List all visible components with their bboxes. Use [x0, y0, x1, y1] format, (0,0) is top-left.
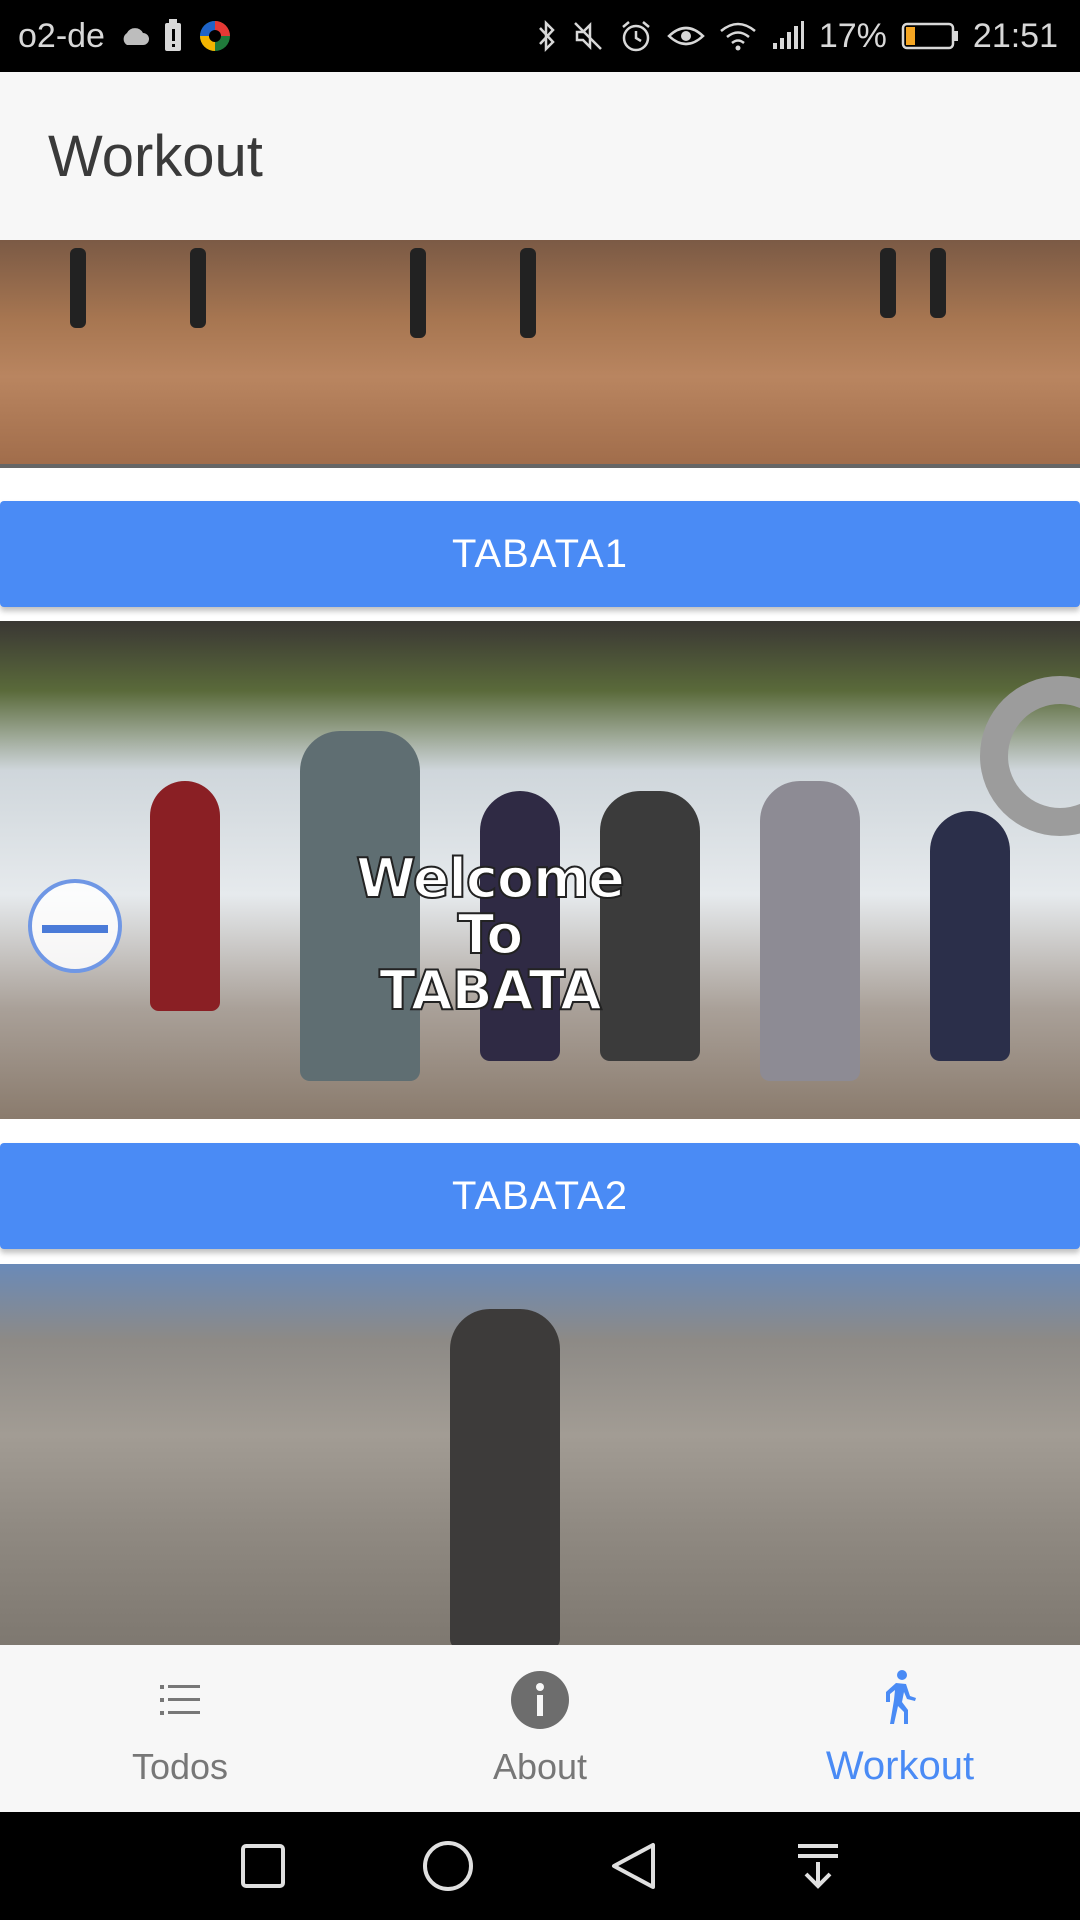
- cloud-icon: [119, 16, 149, 56]
- video-thumbnail-2[interactable]: Welcome To TABATA: [0, 621, 1080, 1119]
- bottom-nav: Todos About Workout: [0, 1645, 1080, 1812]
- nav-label-todos: Todos: [131, 1745, 229, 1787]
- video-thumbnail-1[interactable]: [0, 240, 1080, 468]
- floating-overlay-bubble[interactable]: [28, 879, 122, 973]
- figure: [190, 248, 206, 328]
- figure: [70, 248, 86, 328]
- wifi-icon: [719, 16, 757, 56]
- battery-alert-icon: [163, 16, 183, 56]
- bluetooth-icon: [537, 16, 557, 56]
- status-bar-left: o2-de: [18, 16, 233, 56]
- list-icon: [150, 1670, 210, 1730]
- eye-icon: [667, 16, 705, 56]
- mute-icon: [571, 16, 605, 56]
- signal-icon: [771, 16, 805, 56]
- figure: [930, 811, 1010, 1061]
- nav-item-todos[interactable]: Todos: [0, 1645, 360, 1812]
- welcome-overlay-text: Welcome To TABATA: [355, 847, 626, 1022]
- recents-icon[interactable]: [233, 1836, 293, 1896]
- figure: [760, 781, 860, 1081]
- status-bar-right: 17% 21:51: [537, 16, 1058, 56]
- carrier-name: o2-de: [18, 16, 105, 55]
- figure: [150, 781, 220, 1011]
- tabata2-button[interactable]: TABATA2: [0, 1143, 1080, 1249]
- info-icon: [510, 1670, 570, 1730]
- nav-item-about[interactable]: About: [360, 1645, 720, 1812]
- home-icon[interactable]: [418, 1836, 478, 1896]
- system-nav-bar: [0, 1812, 1080, 1920]
- figure: [520, 248, 536, 338]
- figure: [410, 248, 426, 338]
- figure: [450, 1309, 560, 1645]
- clock: 21:51: [972, 16, 1058, 55]
- battery-icon: [901, 16, 959, 56]
- page-title: Workout: [48, 123, 263, 189]
- alarm-icon: [619, 16, 653, 56]
- nav-item-workout[interactable]: Workout: [720, 1645, 1080, 1812]
- tabata1-button[interactable]: TABATA1: [0, 501, 1080, 607]
- loading-spinner: [980, 676, 1080, 836]
- workout-list[interactable]: TABATA1 Welcome To TABATA TABATA2: [0, 240, 1080, 1645]
- status-bar: o2-de 17% 21:51: [0, 0, 1080, 72]
- app-header: Workout: [0, 72, 1080, 240]
- notifications-down-icon[interactable]: [788, 1836, 848, 1896]
- figure: [930, 248, 946, 318]
- app-icon: [197, 16, 233, 56]
- back-icon[interactable]: [603, 1836, 663, 1896]
- walk-icon: [870, 1668, 930, 1728]
- figure: [880, 248, 896, 318]
- video-thumbnail-3[interactable]: [0, 1264, 1080, 1645]
- nav-label-about: About: [492, 1745, 588, 1787]
- battery-percent: 17%: [818, 16, 887, 55]
- nav-label-workout: Workout: [825, 1744, 975, 1788]
